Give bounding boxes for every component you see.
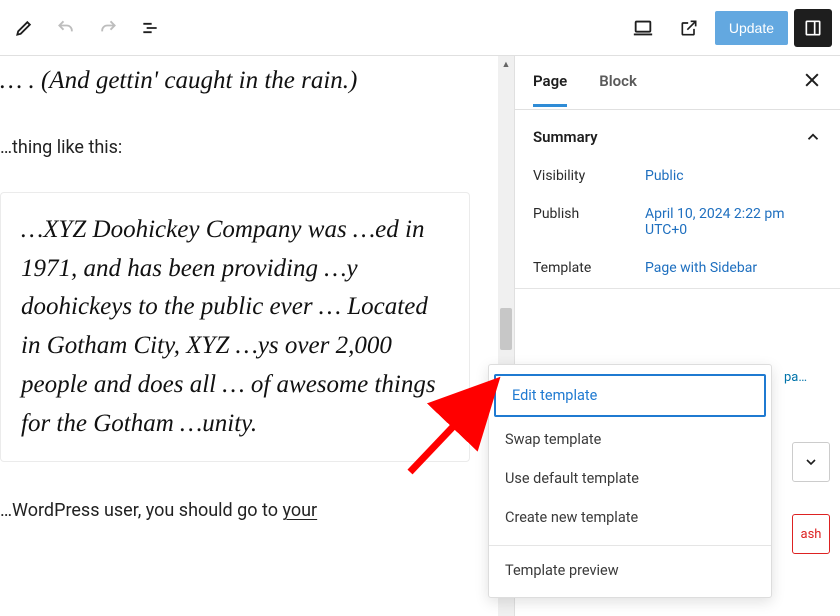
settings-sidebar-toggle[interactable] (794, 9, 832, 47)
summary-panel-header[interactable]: Summary (533, 128, 822, 146)
visibility-row: Visibility Public (533, 168, 822, 184)
document-outline-button[interactable] (130, 8, 170, 48)
undo-button[interactable] (46, 8, 86, 48)
visibility-label: Visibility (533, 168, 645, 184)
paragraph-2-text: …WordPress user, you should go to (0, 500, 282, 521)
truncated-link[interactable]: pa… (784, 370, 830, 385)
menu-divider (489, 545, 771, 546)
view-button[interactable] (623, 8, 663, 48)
redo-button[interactable] (88, 8, 128, 48)
editor-canvas[interactable]: … . (And gettin' caught in the rain.) …t… (0, 56, 514, 616)
publish-label: Publish (533, 206, 645, 238)
close-icon (802, 70, 822, 90)
undo-icon (56, 18, 76, 38)
template-row: Template Page with Sidebar (533, 260, 822, 276)
edit-icon-button[interactable] (4, 8, 44, 48)
summary-title: Summary (533, 128, 598, 146)
tab-page[interactable]: Page (533, 72, 567, 107)
quote-block[interactable]: …XYZ Doohickey Company was …ed in 1971, … (0, 192, 470, 463)
visibility-value[interactable]: Public (645, 168, 822, 184)
summary-panel: Summary Visibility Public Publish April … (515, 110, 840, 289)
external-link-button[interactable] (669, 8, 709, 48)
top-toolbar: Update (0, 0, 840, 56)
move-to-trash-button[interactable]: ash (792, 514, 830, 554)
quote-paragraph-2: …XYZ Doohickey Company was …ed in 1971, … (21, 211, 449, 444)
chevron-up-icon (804, 128, 822, 146)
scroll-up-icon[interactable]: ▲ (498, 56, 514, 72)
quote-paragraph-1[interactable]: … . (And gettin' caught in the rain.) (0, 62, 470, 101)
template-label: Template (533, 260, 645, 276)
menu-template-preview[interactable]: Template preview (489, 552, 771, 583)
menu-swap-template[interactable]: Swap template (489, 420, 771, 459)
paragraph-1[interactable]: …thing like this: (0, 137, 470, 158)
sidebar-icon (803, 18, 823, 38)
menu-use-default-template[interactable]: Use default template (489, 459, 771, 498)
menu-edit-template[interactable]: Edit template (494, 374, 766, 417)
pencil-icon (14, 18, 34, 38)
menu-create-new-template[interactable]: Create new template (489, 498, 771, 537)
publish-row: Publish April 10, 2024 2:22 pm UTC+0 (533, 206, 822, 238)
outline-icon (140, 18, 160, 38)
redo-icon (98, 18, 118, 38)
dropdown-caret-button[interactable] (792, 442, 830, 482)
summary-body: Visibility Public Publish April 10, 2024… (533, 168, 822, 276)
sidebar-tabs: Page Block (515, 56, 840, 110)
laptop-icon (632, 17, 654, 39)
paragraph-2[interactable]: …WordPress user, you should go to your (0, 500, 470, 521)
tab-block[interactable]: Block (599, 72, 637, 107)
template-value[interactable]: Page with Sidebar (645, 260, 822, 276)
publish-value[interactable]: April 10, 2024 2:22 pm UTC+0 (645, 206, 822, 238)
chevron-down-icon (803, 454, 819, 470)
toolbar-left (4, 8, 170, 48)
link-your[interactable]: your (282, 500, 317, 521)
update-button[interactable]: Update (715, 11, 788, 45)
scrollbar-thumb[interactable] (500, 308, 512, 350)
external-link-icon (679, 18, 699, 38)
editor-content: … . (And gettin' caught in the rain.) …t… (0, 62, 494, 521)
template-options-menu: Edit template Swap template Use default … (488, 364, 772, 598)
close-sidebar-button[interactable] (802, 70, 822, 96)
toolbar-right: Update (623, 8, 832, 48)
